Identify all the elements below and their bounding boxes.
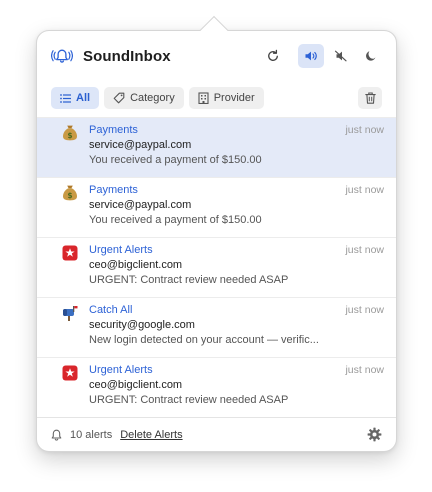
money-bag-icon: $ (61, 184, 79, 202)
money-bag-icon: $ (61, 124, 79, 142)
alert-sender: service@paypal.com (89, 139, 192, 151)
tag-icon (113, 92, 125, 104)
alert-message: You received a payment of $150.00 (89, 154, 262, 166)
alert-time: just now (345, 184, 384, 196)
gear-icon (367, 427, 382, 442)
alert-time: just now (345, 244, 384, 256)
bell-icon (51, 429, 62, 441)
refresh-icon (268, 49, 278, 61)
settings-button[interactable] (367, 427, 382, 442)
alert-message: New login detected on your account — ver… (89, 334, 319, 346)
trash-icon (364, 92, 376, 104)
speaker-on-icon (305, 51, 317, 61)
clear-button[interactable] (358, 87, 382, 109)
alert-row[interactable]: $ Payments service@paypal.com You receiv… (37, 118, 396, 178)
filter-category[interactable]: Category (104, 87, 184, 109)
alerts-list: $ Payments service@paypal.com You receiv… (37, 117, 396, 419)
alert-time: just now (345, 304, 384, 316)
siren-icon (61, 244, 79, 262)
moon-icon (366, 51, 376, 61)
svg-text:$: $ (67, 191, 72, 200)
alert-message: You received a payment of $150.00 (89, 214, 262, 226)
alert-row[interactable]: Catch All security@google.com New login … (37, 298, 396, 358)
siren-icon (61, 364, 79, 382)
alert-row[interactable]: $ Payments service@paypal.com You receiv… (37, 178, 396, 238)
alert-count: 10 alerts (70, 428, 113, 441)
building-icon (198, 92, 209, 104)
dark-mode-button[interactable] (358, 44, 384, 68)
alert-sender: service@paypal.com (89, 199, 192, 211)
popover-panel: SoundInbox All Category Provider $ Payme… (36, 30, 397, 452)
alert-sender: ceo@bigclient.com (89, 259, 183, 271)
sound-on-button[interactable] (298, 44, 324, 68)
refresh-button[interactable] (260, 44, 286, 68)
alert-category: Payments (89, 184, 138, 196)
alert-category: Payments (89, 124, 138, 136)
list-icon (60, 93, 71, 103)
alert-sender: ceo@bigclient.com (89, 379, 183, 391)
alert-category: Catch All (89, 304, 133, 316)
alert-category: Urgent Alerts (89, 364, 153, 376)
alert-row[interactable]: Urgent Alerts ceo@bigclient.com URGENT: … (37, 358, 396, 418)
mailbox-icon (61, 304, 79, 322)
delete-alerts-link[interactable]: Delete Alerts (120, 429, 182, 441)
filter-all[interactable]: All (51, 87, 100, 109)
alert-category: Urgent Alerts (89, 244, 153, 256)
alert-row[interactable]: Urgent Alerts ceo@bigclient.com URGENT: … (37, 238, 396, 298)
alert-message: URGENT: Contract review needed ASAP (89, 394, 289, 406)
speaker-mute-icon (334, 50, 347, 62)
filter-category-label: Category (130, 92, 175, 104)
app-title: SoundInbox (83, 47, 171, 65)
alert-message: URGENT: Contract review needed ASAP (89, 274, 289, 286)
svg-text:$: $ (67, 131, 72, 140)
filter-provider[interactable]: Provider (188, 87, 264, 109)
filter-all-label: All (76, 92, 91, 104)
bell-waves-logo-icon (51, 47, 73, 65)
mute-button[interactable] (328, 44, 354, 68)
filter-bar: All Category Provider (51, 87, 382, 109)
alert-time: just now (345, 364, 384, 376)
alert-sender: security@google.com (89, 319, 195, 331)
footer-bar: 10 alerts Delete Alerts (37, 417, 396, 451)
alert-time: just now (345, 124, 384, 136)
filter-provider-label: Provider (213, 92, 255, 104)
